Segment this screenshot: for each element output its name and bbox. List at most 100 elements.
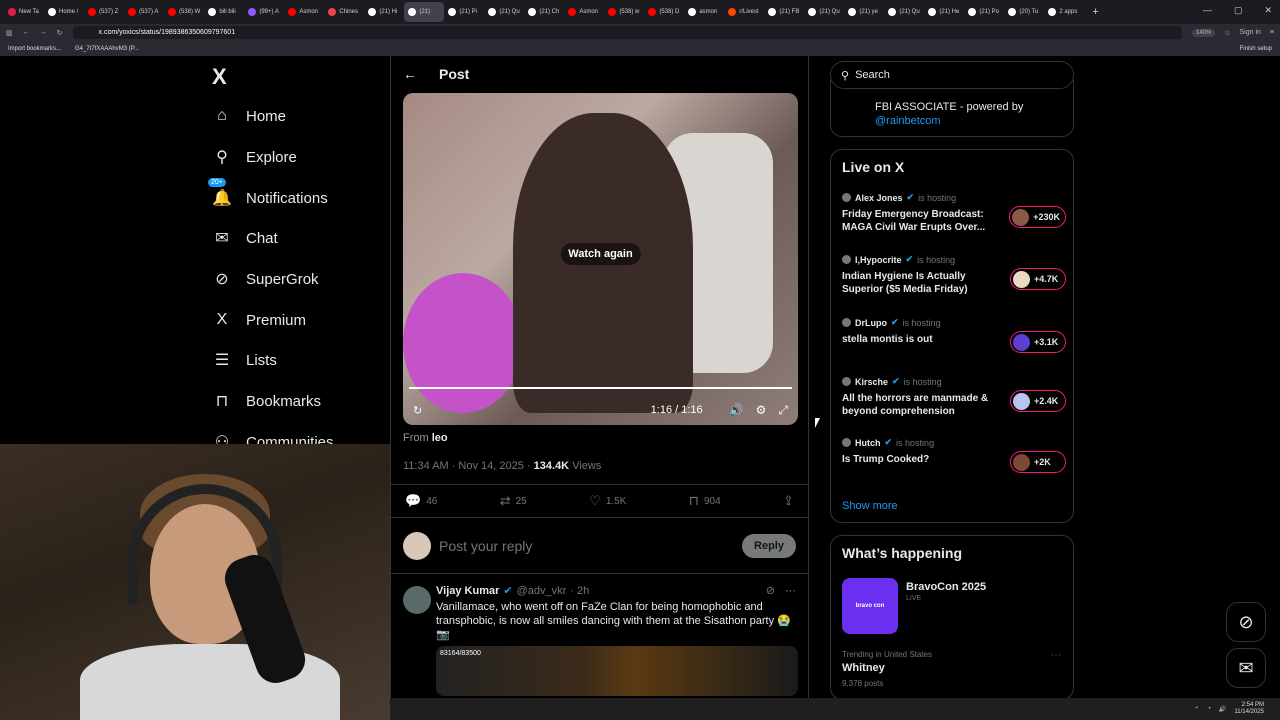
close-icon[interactable]: ✕: [1264, 5, 1272, 16]
sign-in-button[interactable]: Sign in: [1240, 29, 1261, 36]
browser-tab[interactable]: (21) Hi: [364, 2, 404, 22]
event-item[interactable]: bravo con BravoCon 2025 LIVE: [842, 578, 986, 634]
browser-tab[interactable]: (537) A: [124, 2, 164, 22]
browser-tab[interactable]: (20) Tu: [1004, 2, 1044, 22]
x-logo-icon[interactable]: X: [212, 64, 227, 90]
avatar[interactable]: [403, 586, 431, 614]
nav-item-home[interactable]: ⌂ Home: [212, 106, 286, 126]
search-input[interactable]: ⚲ Search: [830, 61, 1074, 89]
listener-pill[interactable]: +230K: [1009, 206, 1066, 228]
host-name[interactable]: DrLupo: [855, 318, 887, 328]
nav-item-lists[interactable]: ☰ Lists: [212, 350, 277, 370]
browser-tab[interactable]: (538) D: [644, 2, 684, 22]
tweet-author-name[interactable]: Vijay Kumar: [436, 585, 499, 597]
back-icon[interactable]: ←: [23, 29, 30, 36]
repost-action[interactable]: ⇄ 25: [500, 493, 527, 509]
browser-tab[interactable]: Asmon: [284, 2, 324, 22]
browser-tab[interactable]: Chines: [324, 2, 364, 22]
browser-tab[interactable]: (21) FB: [764, 2, 804, 22]
settings-icon[interactable]: ⚙: [756, 403, 767, 417]
bookmark-item[interactable]: G4_7t7fXAAAhvM3 (P...: [75, 46, 139, 52]
live-item[interactable]: Alex Jones ✔ is hosting Friday Emergency Br…: [842, 192, 1066, 234]
wifi-icon[interactable]: ◔: [1207, 706, 1211, 712]
minimize-icon[interactable]: —: [1203, 5, 1212, 16]
share-action[interactable]: ⇪: [783, 493, 794, 509]
reply-action[interactable]: 💬 46: [405, 493, 437, 509]
maximize-icon[interactable]: ▢: [1234, 5, 1243, 16]
live-item[interactable]: I,Hypocrite ✔ is hosting Indian Hygiene Is …: [842, 254, 1066, 296]
clock[interactable]: 2:54 PM 11/14/2025: [1234, 702, 1264, 716]
browser-tab[interactable]: (537) Z: [84, 2, 124, 22]
listener-pill[interactable]: +4.7K: [1010, 268, 1066, 290]
host-name[interactable]: Hutch: [855, 438, 881, 448]
video-progress-bar[interactable]: [409, 387, 792, 389]
grok-icon[interactable]: ⊘: [766, 584, 775, 597]
live-item[interactable]: Hutch ✔ is hosting Is Trump Cooked? +2K: [842, 437, 1066, 473]
bookmark-action[interactable]: ⊓ 904: [689, 493, 721, 509]
more-icon[interactable]: ⋯: [785, 584, 796, 597]
tweet-time[interactable]: · 2h: [570, 585, 589, 597]
nav-item-chat[interactable]: ✉ Chat: [212, 228, 277, 248]
browser-tab[interactable]: New Ta: [4, 2, 44, 22]
nav-item-premium[interactable]: X Premium: [212, 310, 306, 330]
browser-tab[interactable]: (21): [404, 2, 445, 22]
nav-item-supergrok[interactable]: ⊘ SuperGrok: [212, 269, 318, 289]
listener-pill[interactable]: +2K: [1010, 451, 1066, 473]
replay-icon[interactable]: ↻: [413, 404, 422, 417]
grok-fab-icon[interactable]: ⊘: [1226, 602, 1266, 642]
host-name[interactable]: Kirsche: [855, 377, 888, 387]
browser-tab[interactable]: (538) W: [164, 2, 204, 22]
forward-icon[interactable]: →: [40, 29, 47, 36]
star-icon[interactable]: ☆: [1224, 29, 1230, 37]
browser-tab[interactable]: asmon: [684, 2, 724, 22]
more-icon[interactable]: ⋯: [1051, 650, 1061, 661]
browser-tab[interactable]: bili bili: [204, 2, 244, 22]
listener-pill[interactable]: +2.4K: [1010, 390, 1066, 412]
watch-again-button[interactable]: Watch again: [560, 243, 641, 265]
browser-tab[interactable]: 2 apps: [1044, 2, 1084, 22]
nav-item-notifications[interactable]: 🔔 20+ Notifications: [208, 178, 328, 208]
volume-icon[interactable]: 🔊: [1219, 706, 1226, 713]
messages-fab-icon[interactable]: ✉: [1226, 648, 1266, 688]
browser-tab[interactable]: (538) w: [604, 2, 644, 22]
browser-tab[interactable]: (21) Po: [964, 2, 1004, 22]
like-action[interactable]: ♡ 1.5K: [589, 493, 626, 509]
browser-tab[interactable]: Home /: [44, 2, 84, 22]
trend-name[interactable]: Whitney: [842, 662, 885, 674]
back-arrow-icon[interactable]: ←: [403, 66, 417, 82]
post-timestamp[interactable]: 11:34 AM · Nov 14, 2025 ·: [403, 460, 534, 472]
browser-tab[interactable]: (21) Qu: [484, 2, 524, 22]
zoom-level[interactable]: 140%: [1191, 28, 1216, 37]
nav-item-explore[interactable]: ⚲ Explore: [212, 147, 297, 167]
menu-icon[interactable]: ≡: [1270, 29, 1274, 36]
host-name[interactable]: Alex Jones: [855, 193, 903, 203]
browser-tab[interactable]: (99+) A: [244, 2, 284, 22]
live-item[interactable]: Kirsche ✔ is hosting All the horrors are ma…: [842, 376, 1066, 418]
address-bar[interactable]: x.com/yoxics/status/1989386350609797601: [72, 26, 1182, 39]
fullscreen-icon[interactable]: ⤢: [778, 403, 788, 418]
host-name[interactable]: I,Hypocrite: [855, 255, 902, 265]
video-player[interactable]: Watch again ↻ 1:16 / 1:16 🔊 ⚙ ⤢: [403, 93, 798, 425]
live-item[interactable]: DrLupo ✔ is hosting stella montis is out +3.…: [842, 317, 1066, 353]
reload-icon[interactable]: ↻: [57, 29, 63, 37]
sidebar-toggle-icon[interactable]: ▥: [6, 29, 13, 37]
reply-button[interactable]: Reply: [742, 533, 796, 558]
tray-icon[interactable]: ⌃: [1194, 706, 1199, 713]
browser-tab[interactable]: (21) Pi: [444, 2, 484, 22]
browser-tab[interactable]: (21) Qu: [804, 2, 844, 22]
from-user[interactable]: leo: [432, 432, 448, 444]
browser-tab[interactable]: Asmon: [564, 2, 604, 22]
nav-item-bookmarks[interactable]: ⊓ Bookmarks: [212, 391, 321, 411]
bookmark-import[interactable]: Import bookmarks...: [8, 46, 61, 52]
show-more-link[interactable]: Show more: [842, 500, 898, 512]
bio-link[interactable]: @rainbetcom: [875, 114, 1073, 128]
finish-setup-button[interactable]: Finish setup: [1240, 46, 1272, 52]
listener-pill[interactable]: +3.1K: [1010, 331, 1066, 353]
tweet-author-handle[interactable]: @adv_vkr: [517, 585, 567, 597]
reply-input[interactable]: Post your reply: [439, 538, 742, 554]
browser-tab[interactable]: r/Livest: [724, 2, 764, 22]
tweet-media[interactable]: 83164/83500: [436, 646, 798, 696]
new-tab-button[interactable]: +: [1092, 6, 1098, 18]
browser-tab[interactable]: (21) Ch: [524, 2, 564, 22]
volume-icon[interactable]: 🔊: [729, 403, 744, 417]
